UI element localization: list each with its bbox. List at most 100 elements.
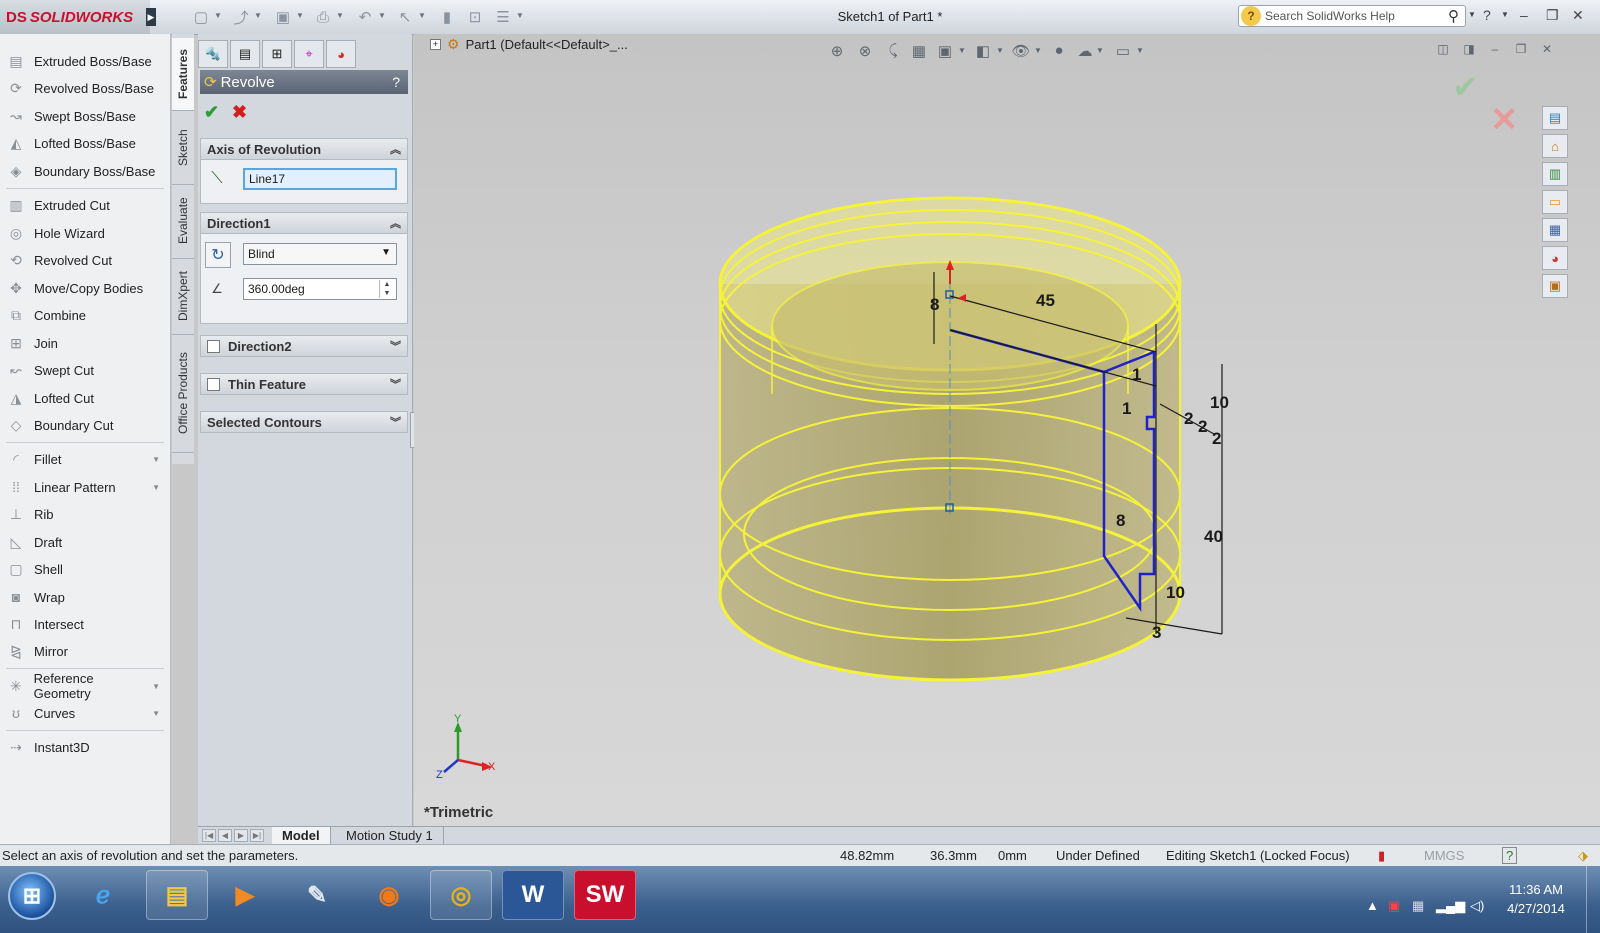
- cmd-intersect[interactable]: ⊓ Intersect: [0, 611, 168, 637]
- dim-label[interactable]: 2: [1212, 429, 1221, 448]
- help-icon[interactable]: ?: [392, 74, 400, 90]
- cmd-hole-wizard[interactable]: ◎ Hole Wizard: [0, 220, 168, 246]
- cmd-instant3d[interactable]: ⇢ Instant3D: [0, 734, 168, 760]
- cmd-boundary-boss[interactable]: ◈ Boundary Boss/Base: [0, 158, 168, 184]
- solidworks-logo[interactable]: DS SOLIDWORKS: [0, 0, 150, 34]
- chevron-down-icon[interactable]: ▼: [381, 247, 391, 258]
- file-properties-icon[interactable]: ⊡: [464, 6, 486, 28]
- options-icon[interactable]: ☰: [492, 6, 514, 28]
- settings-tool-icon[interactable]: ✎: [286, 870, 348, 920]
- tray-app-icon[interactable]: ▣: [1388, 898, 1400, 914]
- expand-icon[interactable]: ︾: [390, 414, 401, 430]
- file-explorer-taskbar-icon[interactable]: ▤: [146, 870, 208, 920]
- rebuild-icon[interactable]: ▮: [436, 6, 458, 28]
- cmd-reference-geometry[interactable]: ✳ Reference Geometry ▼: [0, 671, 168, 701]
- chevron-down-icon[interactable]: ▼: [152, 682, 160, 691]
- system-clock[interactable]: 11:36 AM 4/27/2014: [1496, 880, 1576, 918]
- chevron-down-icon[interactable]: ▼: [152, 455, 160, 464]
- dim-label[interactable]: 45: [1036, 291, 1055, 310]
- cmd-lofted-boss[interactable]: ◭ Lofted Boss/Base: [0, 130, 168, 156]
- chevron-down-icon[interactable]: ▼: [516, 11, 524, 20]
- word-icon[interactable]: W: [502, 870, 564, 920]
- cmd-revolved-cut[interactable]: ⟲ Revolved Cut: [0, 247, 168, 273]
- tab-evaluate[interactable]: Evaluate: [172, 184, 194, 259]
- dim-label[interactable]: 8: [1116, 511, 1125, 530]
- dim-label[interactable]: 10: [1210, 393, 1229, 412]
- configuration-manager-tab-icon[interactable]: ⊞: [262, 40, 292, 68]
- chevron-down-icon[interactable]: ▼: [214, 11, 222, 20]
- open-icon[interactable]: ⤴: [230, 6, 252, 28]
- cmd-fillet[interactable]: ◜ Fillet ▼: [0, 446, 168, 472]
- first-tab-icon[interactable]: |◀: [202, 829, 216, 842]
- dim-label[interactable]: 8: [930, 295, 939, 314]
- thin-feature-header[interactable]: Thin Feature ︾: [200, 373, 408, 395]
- direction2-checkbox[interactable]: [207, 339, 220, 353]
- cmd-wrap[interactable]: ◙ Wrap: [0, 584, 168, 610]
- network-icon[interactable]: ▂▄▆: [1436, 898, 1465, 914]
- cmd-extruded-boss[interactable]: ▤ Extruded Boss/Base: [0, 48, 168, 74]
- chevron-down-icon[interactable]: ▼: [152, 709, 160, 718]
- close-icon[interactable]: ✕: [1572, 7, 1584, 24]
- undo-icon[interactable]: ↶: [354, 6, 376, 28]
- chevron-down-icon[interactable]: ▼: [418, 11, 426, 20]
- chevron-down-icon[interactable]: ▼: [1468, 10, 1476, 19]
- cmd-join[interactable]: ⊞ Join: [0, 330, 168, 356]
- cmd-shell[interactable]: ▢ Shell: [0, 556, 168, 582]
- status-units[interactable]: MMGS: [1424, 848, 1464, 863]
- cmd-rib[interactable]: ⊥ Rib: [0, 501, 168, 527]
- select-icon[interactable]: ↖: [394, 6, 416, 28]
- prev-tab-icon[interactable]: ◀: [218, 829, 232, 842]
- chevron-down-icon[interactable]: ▼: [378, 11, 386, 20]
- cmd-revolved-boss[interactable]: ⟳ Revolved Boss/Base: [0, 75, 168, 101]
- chevron-down-icon[interactable]: ▼: [1501, 10, 1509, 19]
- dim-label[interactable]: 40: [1204, 527, 1223, 546]
- search-icon[interactable]: ⚲: [1448, 7, 1459, 25]
- direction1-header[interactable]: Direction1 ︽: [200, 212, 408, 234]
- cmd-linear-pattern[interactable]: ⁞⁞ Linear Pattern ▼: [0, 474, 168, 500]
- dim-label[interactable]: 3: [1152, 623, 1161, 642]
- axis-of-revolution-field[interactable]: Line17: [243, 168, 397, 190]
- print-icon[interactable]: ⎙: [312, 6, 334, 28]
- search-input[interactable]: Search SolidWorks Help: [1265, 9, 1395, 23]
- direction2-header[interactable]: Direction2 ︾: [200, 335, 408, 357]
- chevron-down-icon[interactable]: ▼: [336, 11, 344, 20]
- chevron-down-icon[interactable]: ▼: [254, 11, 262, 20]
- collapse-icon[interactable]: ︽: [390, 141, 401, 157]
- new-document-icon[interactable]: ▢: [190, 6, 212, 28]
- search-help-box[interactable]: ? Search SolidWorks Help ⚲: [1238, 5, 1466, 27]
- cmd-extruded-cut[interactable]: ▥ Extruded Cut: [0, 192, 168, 218]
- model-view[interactable]: 8 45 1 1 10 2 2 2 8 40 10 3 Y X Z: [414, 34, 1600, 826]
- cmd-draft[interactable]: ◺ Draft: [0, 529, 168, 555]
- media-player-icon[interactable]: ▶: [214, 870, 276, 920]
- tab-sketch[interactable]: Sketch: [172, 112, 194, 185]
- volume-icon[interactable]: ◁): [1470, 898, 1484, 914]
- expand-icon[interactable]: ︾: [390, 376, 401, 392]
- solidworks-taskbar-icon[interactable]: SW: [574, 870, 636, 920]
- chevron-down-icon[interactable]: ▼: [152, 483, 160, 492]
- cancel-x-icon[interactable]: ✖: [232, 102, 247, 123]
- help-icon[interactable]: ?: [1502, 847, 1518, 864]
- reverse-direction-icon[interactable]: ↻: [205, 242, 231, 268]
- cmd-mirror[interactable]: ⧎ Mirror: [0, 638, 168, 664]
- tags-icon[interactable]: ⬗: [1578, 848, 1588, 864]
- minimize-icon[interactable]: –: [1520, 7, 1528, 23]
- spin-buttons-icon[interactable]: ▲ ▼: [379, 280, 394, 298]
- angle-field[interactable]: 360.00deg ▲ ▼: [243, 278, 397, 300]
- show-hidden-icons-icon[interactable]: ▲: [1366, 898, 1379, 913]
- next-tab-icon[interactable]: ▶: [234, 829, 248, 842]
- menu-expand-icon[interactable]: ▶: [146, 8, 156, 26]
- dim-label[interactable]: 1: [1122, 399, 1131, 418]
- axis-of-revolution-header[interactable]: Axis of Revolution ︽: [200, 138, 408, 160]
- chrome-icon[interactable]: ◎: [430, 870, 492, 920]
- tab-dimxpert[interactable]: DimXpert: [172, 258, 194, 335]
- display-manager-tab-icon[interactable]: ◕: [326, 40, 356, 68]
- start-button-icon[interactable]: ⊞: [8, 872, 56, 920]
- save-icon[interactable]: ▣: [272, 6, 294, 28]
- dim-label[interactable]: 10: [1166, 583, 1185, 602]
- dim-label[interactable]: 2: [1184, 409, 1193, 428]
- dim-label[interactable]: 1: [1132, 365, 1141, 384]
- last-tab-icon[interactable]: ▶|: [250, 829, 264, 842]
- tab-motion-study[interactable]: Motion Study 1: [336, 827, 444, 844]
- dim-label[interactable]: 2: [1198, 417, 1207, 436]
- cmd-lofted-cut[interactable]: ◮ Lofted Cut: [0, 385, 168, 411]
